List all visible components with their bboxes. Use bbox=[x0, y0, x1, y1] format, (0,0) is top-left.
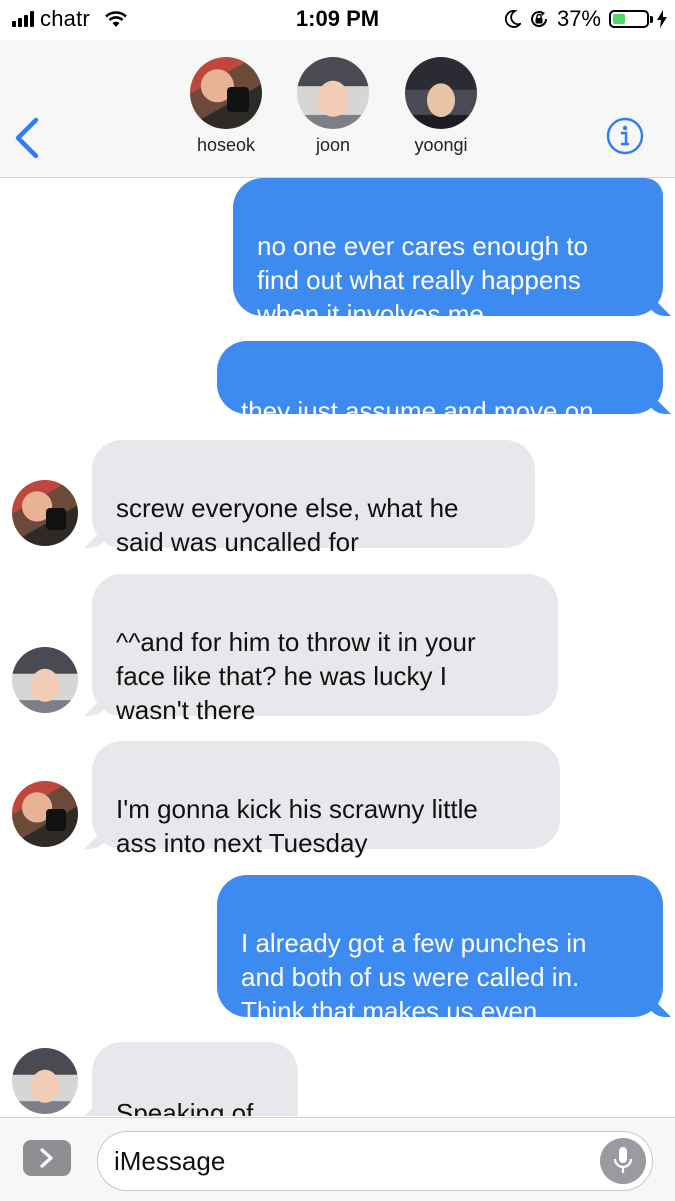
battery-percent: 37% bbox=[556, 6, 601, 31]
sender-avatar-hoseok[interactable] bbox=[12, 480, 78, 546]
input-bar bbox=[0, 1117, 675, 1201]
incoming-message-bubble[interactable]: ^^and for him to throw it in your face l… bbox=[92, 574, 558, 725]
avatar bbox=[190, 57, 262, 129]
info-button[interactable] bbox=[606, 117, 644, 155]
incoming-message-bubble[interactable]: screw everyone else, what he said was un… bbox=[92, 440, 535, 557]
participant-name: yoongi bbox=[414, 135, 468, 155]
status-bar: chatr 1:09 PM 37% bbox=[0, 0, 675, 40]
sender-avatar-joon[interactable] bbox=[12, 647, 78, 713]
outgoing-message-bubble[interactable]: I already got a few punches in and both … bbox=[217, 875, 663, 1026]
message-text: I'm gonna kick his scrawny little ass in… bbox=[116, 794, 478, 858]
outgoing-message-bubble[interactable]: no one ever cares enough to find out wha… bbox=[233, 178, 663, 329]
conversation-header: hoseok joon yoongi bbox=[0, 40, 675, 178]
message-text: no one ever cares enough to find out wha… bbox=[257, 231, 589, 329]
back-button[interactable] bbox=[12, 116, 44, 160]
message-input[interactable] bbox=[114, 1142, 584, 1180]
message-text: screw everyone else, what he said was un… bbox=[116, 493, 459, 557]
outgoing-message-bubble[interactable]: they just assume and move on bbox=[217, 341, 663, 426]
info-icon bbox=[606, 117, 644, 155]
participant-joon[interactable]: joon bbox=[288, 57, 378, 156]
chevron-right-icon bbox=[40, 1148, 53, 1168]
message-text: Speaking of bbox=[116, 1098, 254, 1116]
avatar bbox=[297, 57, 369, 129]
participant-hoseok[interactable]: hoseok bbox=[181, 57, 271, 156]
message-text: I already got a few punches in and both … bbox=[241, 928, 587, 1026]
status-right: 37% bbox=[504, 6, 667, 32]
chevron-left-icon bbox=[15, 117, 39, 159]
message-text: ^^and for him to throw it in your face l… bbox=[116, 627, 476, 725]
sender-avatar-hoseok[interactable] bbox=[12, 781, 78, 847]
incoming-message-bubble[interactable]: Speaking of bbox=[92, 1042, 298, 1116]
microphone-icon bbox=[613, 1147, 633, 1173]
battery-level bbox=[613, 14, 625, 24]
apps-button[interactable] bbox=[23, 1140, 71, 1176]
charging-icon bbox=[657, 10, 667, 28]
orientation-lock-icon bbox=[530, 11, 547, 28]
message-compose-field[interactable] bbox=[97, 1131, 653, 1191]
sender-avatar-joon[interactable] bbox=[12, 1048, 78, 1114]
message-text: they just assume and move on bbox=[241, 396, 594, 426]
incoming-message-bubble[interactable]: I'm gonna kick his scrawny little ass in… bbox=[92, 741, 560, 858]
participant-name: hoseok bbox=[196, 135, 256, 155]
microphone-button[interactable] bbox=[600, 1138, 646, 1184]
participant-yoongi[interactable]: yoongi bbox=[396, 57, 486, 156]
message-thread[interactable]: no one ever cares enough to find out wha… bbox=[0, 178, 675, 1116]
do-not-disturb-icon bbox=[504, 10, 521, 28]
participant-name: joon bbox=[315, 135, 351, 155]
battery-icon bbox=[609, 10, 653, 28]
avatar bbox=[405, 57, 477, 129]
